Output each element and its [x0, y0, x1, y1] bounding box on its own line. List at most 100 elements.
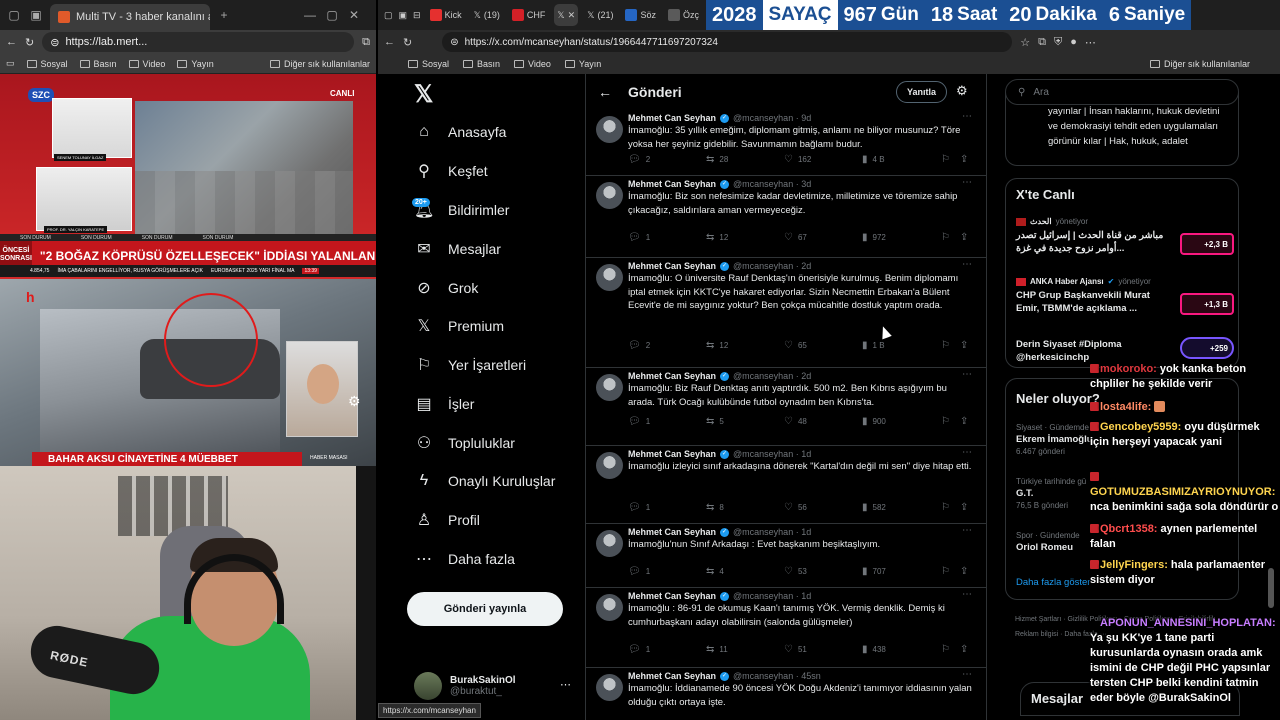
reload-icon[interactable]: ↻ [403, 36, 412, 49]
nav-onayli-kuruluslar[interactable]: ϟ Onaylı Kuruluşlar [414, 469, 556, 493]
bookmark-folder-basin[interactable]: Basın [79, 59, 117, 69]
reload-icon[interactable]: ↻ [25, 36, 34, 49]
more-options-icon[interactable]: ⋯ [962, 589, 972, 600]
other-bookmarks-folder[interactable]: Diğer sık kullanılanlar [1149, 59, 1250, 69]
reply-action[interactable]: 💬︎ 2 [628, 154, 650, 165]
author-handle[interactable]: @mcanseyhan · 1d [733, 527, 811, 537]
back-icon[interactable]: ← [384, 36, 395, 48]
author-name[interactable]: Mehmet Can Seyhan [628, 449, 716, 459]
profile-avatar-icon[interactable]: ● [1070, 36, 1077, 48]
tab-list-icon[interactable]: ▣ [28, 7, 44, 23]
more-options-icon[interactable]: ⋯ [962, 111, 972, 122]
show-more-link[interactable]: Daha fazla göster [1016, 577, 1090, 588]
repost-action[interactable]: ⇆ 12 [706, 340, 728, 351]
window-menu-icon[interactable]: ▢ [6, 7, 22, 23]
account-switcher[interactable]: BurakSakinOl @buraktut_ [414, 672, 516, 700]
like-action[interactable]: ♡ 53 [784, 566, 807, 577]
share-action[interactable]: ⇪ [960, 416, 968, 427]
shield-icon[interactable]: ⛨ [1054, 36, 1062, 49]
tab-ozc[interactable]: Özç [665, 4, 702, 26]
nav-topluluklar[interactable]: ⚇ Topluluklar [414, 431, 515, 455]
chat-username[interactable]: mokoroko: [1100, 363, 1157, 375]
bookmark-action[interactable]: ⚐ [941, 566, 950, 577]
more-options-icon[interactable]: ⋯ [962, 669, 972, 680]
share-action[interactable]: ⇪ [960, 154, 968, 165]
views-action[interactable]: ▮ 438 [862, 644, 886, 655]
more-options-icon[interactable]: ⋯ [962, 525, 972, 536]
tab-x-21[interactable]: 𝕏 (21) [584, 4, 616, 26]
tweet[interactable]: Mehmet Can Seyhan ✓ @mcanseyhan · 1d ⋯ İmamo… [586, 446, 986, 524]
like-action[interactable]: ♡ 162 [784, 154, 811, 165]
live-item[interactable]: ANKA Haber Ajansı ✔ yönetiyor CHP Grup Baş… [1016, 277, 1234, 315]
bookmark-folder-yayin[interactable]: Yayın [177, 59, 214, 69]
bookmark-action[interactable]: ⚐ [941, 416, 950, 427]
share-action[interactable]: ⇪ [960, 566, 968, 577]
nav-yer-isaretleri[interactable]: ⚐ Yer İşaretleri [414, 353, 526, 377]
reply-action[interactable]: 💬︎ 1 [628, 644, 650, 655]
more-options-icon[interactable]: ⋯ [962, 259, 972, 270]
tweet[interactable]: Mehmet Can Seyhan ✓ @mcanseyhan · 2d ⋯ İmamo… [586, 368, 986, 446]
chat-username[interactable]: JellyFingers: [1100, 559, 1168, 571]
tweet[interactable]: Mehmet Can Seyhan ✓ @mcanseyhan · 45sn ⋯ İma… [586, 668, 986, 720]
views-action[interactable]: ▮ 4 B [862, 154, 885, 165]
tv-broadcast-video[interactable]: SZC CANLI SENEM TOLUNAY İLGAZ PROF. DR. … [0, 74, 376, 466]
bookmark-folder-video[interactable]: Video [128, 59, 165, 69]
close-tab-icon[interactable]: ✕ [568, 10, 576, 21]
gear-icon[interactable]: ⚙ [348, 393, 361, 410]
reply-action[interactable]: 💬︎ 1 [628, 416, 650, 427]
author-name[interactable]: Mehmet Can Seyhan [628, 671, 716, 681]
tweet[interactable]: Mehmet Can Seyhan ✓ @mcanseyhan · 9d ⋯ İmamo… [586, 110, 986, 176]
tab-list-icon[interactable]: ▣ [399, 10, 408, 21]
tweet[interactable]: Mehmet Can Seyhan ✓ @mcanseyhan · 2d ⋯ İmamo… [586, 258, 986, 368]
more-options-icon[interactable]: ⋯ [962, 369, 972, 380]
avatar[interactable] [596, 674, 623, 701]
reply-action[interactable]: 💬︎ 1 [628, 502, 650, 513]
share-action[interactable]: ⇪ [960, 644, 968, 655]
like-action[interactable]: ♡ 65 [784, 340, 807, 351]
live-item[interactable]: الحدث yönetiyor مباشر من قناة الحدث | إسر… [1016, 217, 1234, 255]
tweet[interactable]: Mehmet Can Seyhan ✓ @mcanseyhan · 1d ⋯ İmamo… [586, 524, 986, 588]
share-action[interactable]: ⇪ [960, 502, 968, 513]
author-name[interactable]: Mehmet Can Seyhan [628, 527, 716, 537]
share-action[interactable]: ⇪ [960, 232, 968, 243]
more-options-icon[interactable]: ⋯ [962, 177, 972, 188]
new-tab-icon[interactable]: + [216, 7, 232, 23]
extensions-icon[interactable]: ⧉ [1038, 36, 1046, 49]
chat-username[interactable]: losta4life: [1100, 401, 1151, 413]
bookmark-folder-basin[interactable]: Basın [463, 59, 500, 69]
back-icon[interactable]: ← [6, 36, 17, 48]
left-url-field[interactable]: ⊜ https://lab.mert... [42, 32, 355, 52]
live-item[interactable]: Derin Siyaset #Diploma @herkesicinchp +2… [1016, 335, 1234, 364]
account-more-icon[interactable]: ⋯ [560, 678, 571, 691]
back-arrow-icon[interactable]: ← [598, 84, 628, 100]
author-handle[interactable]: @mcanseyhan · 45sn [733, 671, 821, 681]
tab-chp[interactable]: CHF [509, 4, 549, 26]
bookmark-action[interactable]: ⚐ [941, 232, 950, 243]
minimize-icon[interactable]: — [302, 7, 318, 23]
chat-username[interactable]: Gencobey5959: [1100, 421, 1181, 433]
chat-username[interactable]: APONUN_ANNESINI_HOPLATAN: [1100, 617, 1276, 629]
avatar[interactable] [596, 116, 623, 143]
repost-action[interactable]: ⇆ 12 [706, 232, 728, 243]
right-url-field[interactable]: ⊜ https://x.com/mcanseyhan/status/196644… [442, 32, 1013, 52]
favorites-star-icon[interactable]: ☆ [1020, 36, 1030, 49]
tab-actions-icon[interactable]: ⊟ [413, 10, 421, 21]
nav-anasayfa[interactable]: ⌂ Anasayfa [414, 120, 506, 144]
avatar[interactable] [596, 452, 623, 479]
reply-action[interactable]: 💬︎ 1 [628, 232, 650, 243]
bookmark-action[interactable]: ⚐ [941, 154, 950, 165]
views-action[interactable]: ▮ 900 [862, 416, 886, 427]
like-action[interactable]: ♡ 51 [784, 644, 807, 655]
other-bookmarks-folder[interactable]: Diğer sık kullanılanlar [269, 59, 370, 69]
nav-mesajlar[interactable]: ✉ Mesajlar [414, 237, 501, 261]
post-button[interactable]: Gönderi yayınla [407, 592, 563, 626]
views-action[interactable]: ▮ 972 [862, 232, 886, 243]
avatar[interactable] [596, 594, 623, 621]
bookmark-folder-yayin[interactable]: Yayın [564, 59, 601, 69]
repost-action[interactable]: ⇆ 28 [706, 154, 728, 165]
tab-x-19[interactable]: 𝕏 (19) [471, 4, 503, 26]
author-name[interactable]: Mehmet Can Seyhan [628, 113, 716, 123]
author-handle[interactable]: @mcanseyhan · 2d [733, 261, 811, 271]
tab-soz[interactable]: Söz [622, 4, 659, 26]
author-handle[interactable]: @mcanseyhan · 2d [733, 371, 811, 381]
